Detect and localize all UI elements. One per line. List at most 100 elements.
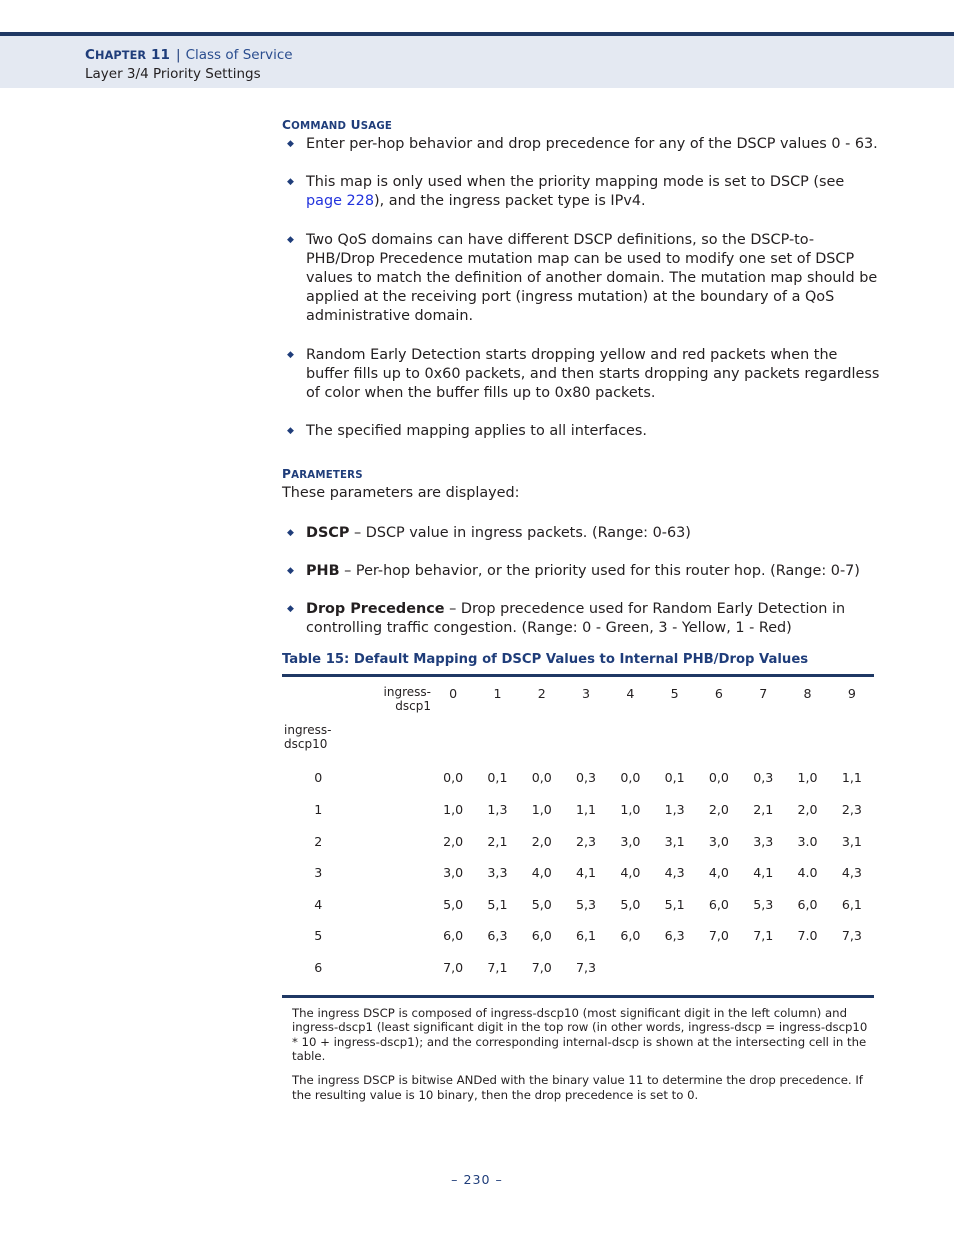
axis-row-spacer — [354, 722, 431, 758]
diamond-bullet-icon: ◆ — [287, 604, 294, 615]
cell-r6-c6 — [697, 955, 741, 996]
list-item: ◆ Random Early Detection starts dropping… — [282, 346, 882, 404]
chapter-label: CHAPTER 11 — [85, 47, 170, 63]
table-row: 1 1,0 1,3 1,0 1,1 1,0 1,3 2,0 2,1 2,0 2,… — [282, 797, 874, 829]
parameters-heading: PARAMETERS — [282, 467, 882, 481]
parameters-intro: These parameters are displayed: — [282, 485, 520, 502]
column-header-1: 1 — [493, 686, 502, 702]
row-gutter — [354, 923, 431, 955]
cell-r0-c5: 0,1 — [664, 770, 685, 786]
cell-r4-c7: 5,3 — [753, 896, 774, 912]
cell-r1-c3: 1,1 — [576, 802, 597, 818]
cell-r3-c3: 4,1 — [576, 865, 597, 881]
row-gutter — [354, 892, 431, 924]
command-usage-bullet-2: This map is only used when the priority … — [306, 173, 882, 211]
row-label-6: 6 — [314, 960, 323, 976]
cell-r4-c9: 6,1 — [841, 896, 862, 912]
diamond-bullet-icon: ◆ — [287, 139, 294, 149]
cell-r4-c3: 5,3 — [576, 896, 597, 912]
cell-r0-c2: 0,0 — [531, 770, 552, 786]
cell-r0-c0: 0,0 — [443, 770, 464, 786]
table-row: 3 3,0 3,3 4,0 4,1 4,0 4,3 4,0 4,1 4.0 4,… — [282, 860, 874, 892]
column-axis-label-line1: ingress- — [383, 685, 431, 700]
cell-r2-c3: 2,3 — [576, 833, 597, 849]
command-usage-bullet-4: Random Early Detection starts dropping y… — [306, 346, 880, 402]
cell-r0-c3: 0,3 — [576, 770, 597, 786]
parameter-dscp-term: DSCP — [306, 524, 350, 541]
table-row: 2 2,0 2,1 2,0 2,3 3,0 3,1 3,0 3,3 3.0 3,… — [282, 829, 874, 861]
cell-r1-c2: 1,0 — [531, 802, 552, 818]
diamond-bullet-icon: ◆ — [287, 234, 294, 245]
column-header-8: 8 — [803, 686, 812, 702]
cu-small2: SAGE — [360, 121, 393, 132]
cell-r5-c9: 7,3 — [841, 928, 862, 944]
dscp-table-body: ingress- dscp1 0 1 2 3 4 5 6 7 8 9 ingre… — [282, 676, 874, 996]
column-header-5: 5 — [670, 686, 679, 702]
cell-r3-c4: 4,0 — [620, 865, 641, 881]
table-row: 4 5,0 5,1 5,0 5,3 5,0 5,1 6,0 5,3 6,0 6,… — [282, 892, 874, 924]
cell-r5-c8: 7.0 — [797, 928, 818, 944]
row-label-3: 3 — [314, 865, 323, 881]
column-axis-label: ingress- dscp1 — [354, 676, 431, 723]
diamond-bullet-icon: ◆ — [287, 426, 294, 437]
header-subsection-title: Layer 3/4 Priority Settings — [85, 66, 261, 82]
chapter-number: 11 — [146, 47, 171, 63]
row-axis-label-line1: ingress- — [284, 723, 332, 738]
table-corner-cell — [282, 676, 354, 723]
column-header-6: 6 — [714, 686, 723, 702]
header-chapter-line: CHAPTER 11 | Class of Service — [85, 47, 293, 63]
cell-r3-c8: 4.0 — [797, 865, 818, 881]
page-content: COMMAND USAGE ◆ Enter per-hop behavior a… — [282, 118, 882, 1111]
parameter-phb-desc: – Per-hop behavior, or the priority used… — [339, 562, 860, 579]
page-228-link[interactable]: page 228 — [306, 193, 374, 209]
cell-r0-c9: 1,1 — [841, 770, 862, 786]
cell-r1-c0: 1,0 — [443, 802, 464, 818]
column-header-0: 0 — [449, 686, 458, 702]
command-usage-heading: COMMAND USAGE — [282, 118, 882, 132]
cu-cap2: U — [346, 118, 361, 132]
cell-r1-c8: 2,0 — [797, 802, 818, 818]
param-cap: P — [282, 467, 292, 482]
cell-r0-c4: 0,0 — [620, 770, 641, 786]
cell-r1-c1: 1,3 — [487, 802, 508, 818]
command-usage-bullet-5: The specified mapping applies to all int… — [306, 423, 647, 440]
parameter-drop-precedence-term: Drop Precedence — [306, 601, 445, 618]
page-running-header: CHAPTER 11 | Class of Service Layer 3/4 Pr… — [0, 32, 954, 88]
cell-r4-c6: 6,0 — [708, 896, 729, 912]
bullet2-part2: ), and the ingress packet type is IPv4. — [373, 193, 646, 210]
cell-r2-c8: 3.0 — [797, 833, 818, 849]
column-header-4: 4 — [626, 686, 635, 702]
table-footnote-1: The ingress DSCP is composed of ingress-… — [292, 1005, 868, 1064]
cell-r6-c0: 7,0 — [443, 960, 464, 976]
row-label-5: 5 — [314, 928, 323, 944]
cell-r1-c6: 2,0 — [708, 802, 729, 818]
cell-r2-c6: 3,0 — [708, 833, 729, 849]
cell-r5-c5: 6,3 — [664, 928, 685, 944]
table-footnotes: The ingress DSCP is composed of ingress-… — [282, 1006, 874, 1103]
cell-r3-c5: 4,3 — [664, 865, 685, 881]
table-caption: Table 15: Default Mapping of DSCP Values… — [282, 652, 809, 668]
table-row: 6 7,0 7,1 7,0 7,3 — [282, 955, 874, 996]
chapter-prefix: C — [85, 47, 96, 63]
list-item: ◆ DSCP – DSCP value in ingress packets. … — [282, 524, 882, 543]
diamond-bullet-icon: ◆ — [287, 527, 294, 538]
cell-r2-c4: 3,0 — [620, 833, 641, 849]
page-number: – 230 – — [451, 1172, 503, 1187]
row-label-4: 4 — [314, 896, 323, 912]
parameter-phb-term: PHB — [306, 562, 340, 579]
cell-r5-c0: 6,0 — [443, 928, 464, 944]
cell-r5-c4: 6,0 — [620, 928, 641, 944]
command-usage-bullet-3: Two QoS domains can have different DSCP … — [306, 231, 878, 325]
table-row: 0 0,0 0,1 0,0 0,3 0,0 0,1 0,0 0,3 1,0 1,… — [282, 758, 874, 797]
column-axis-label-line2: dscp1 — [395, 698, 431, 713]
cell-r3-c2: 4,0 — [531, 865, 552, 881]
cell-r1-c5: 1,3 — [664, 802, 685, 818]
cu-cap1: C — [282, 118, 292, 132]
cell-r1-c9: 2,3 — [841, 802, 862, 818]
parameter-dscp-desc: – DSCP value in ingress packets. (Range:… — [349, 524, 691, 541]
cell-r4-c0: 5,0 — [443, 896, 464, 912]
cell-r6-c8 — [785, 955, 829, 996]
